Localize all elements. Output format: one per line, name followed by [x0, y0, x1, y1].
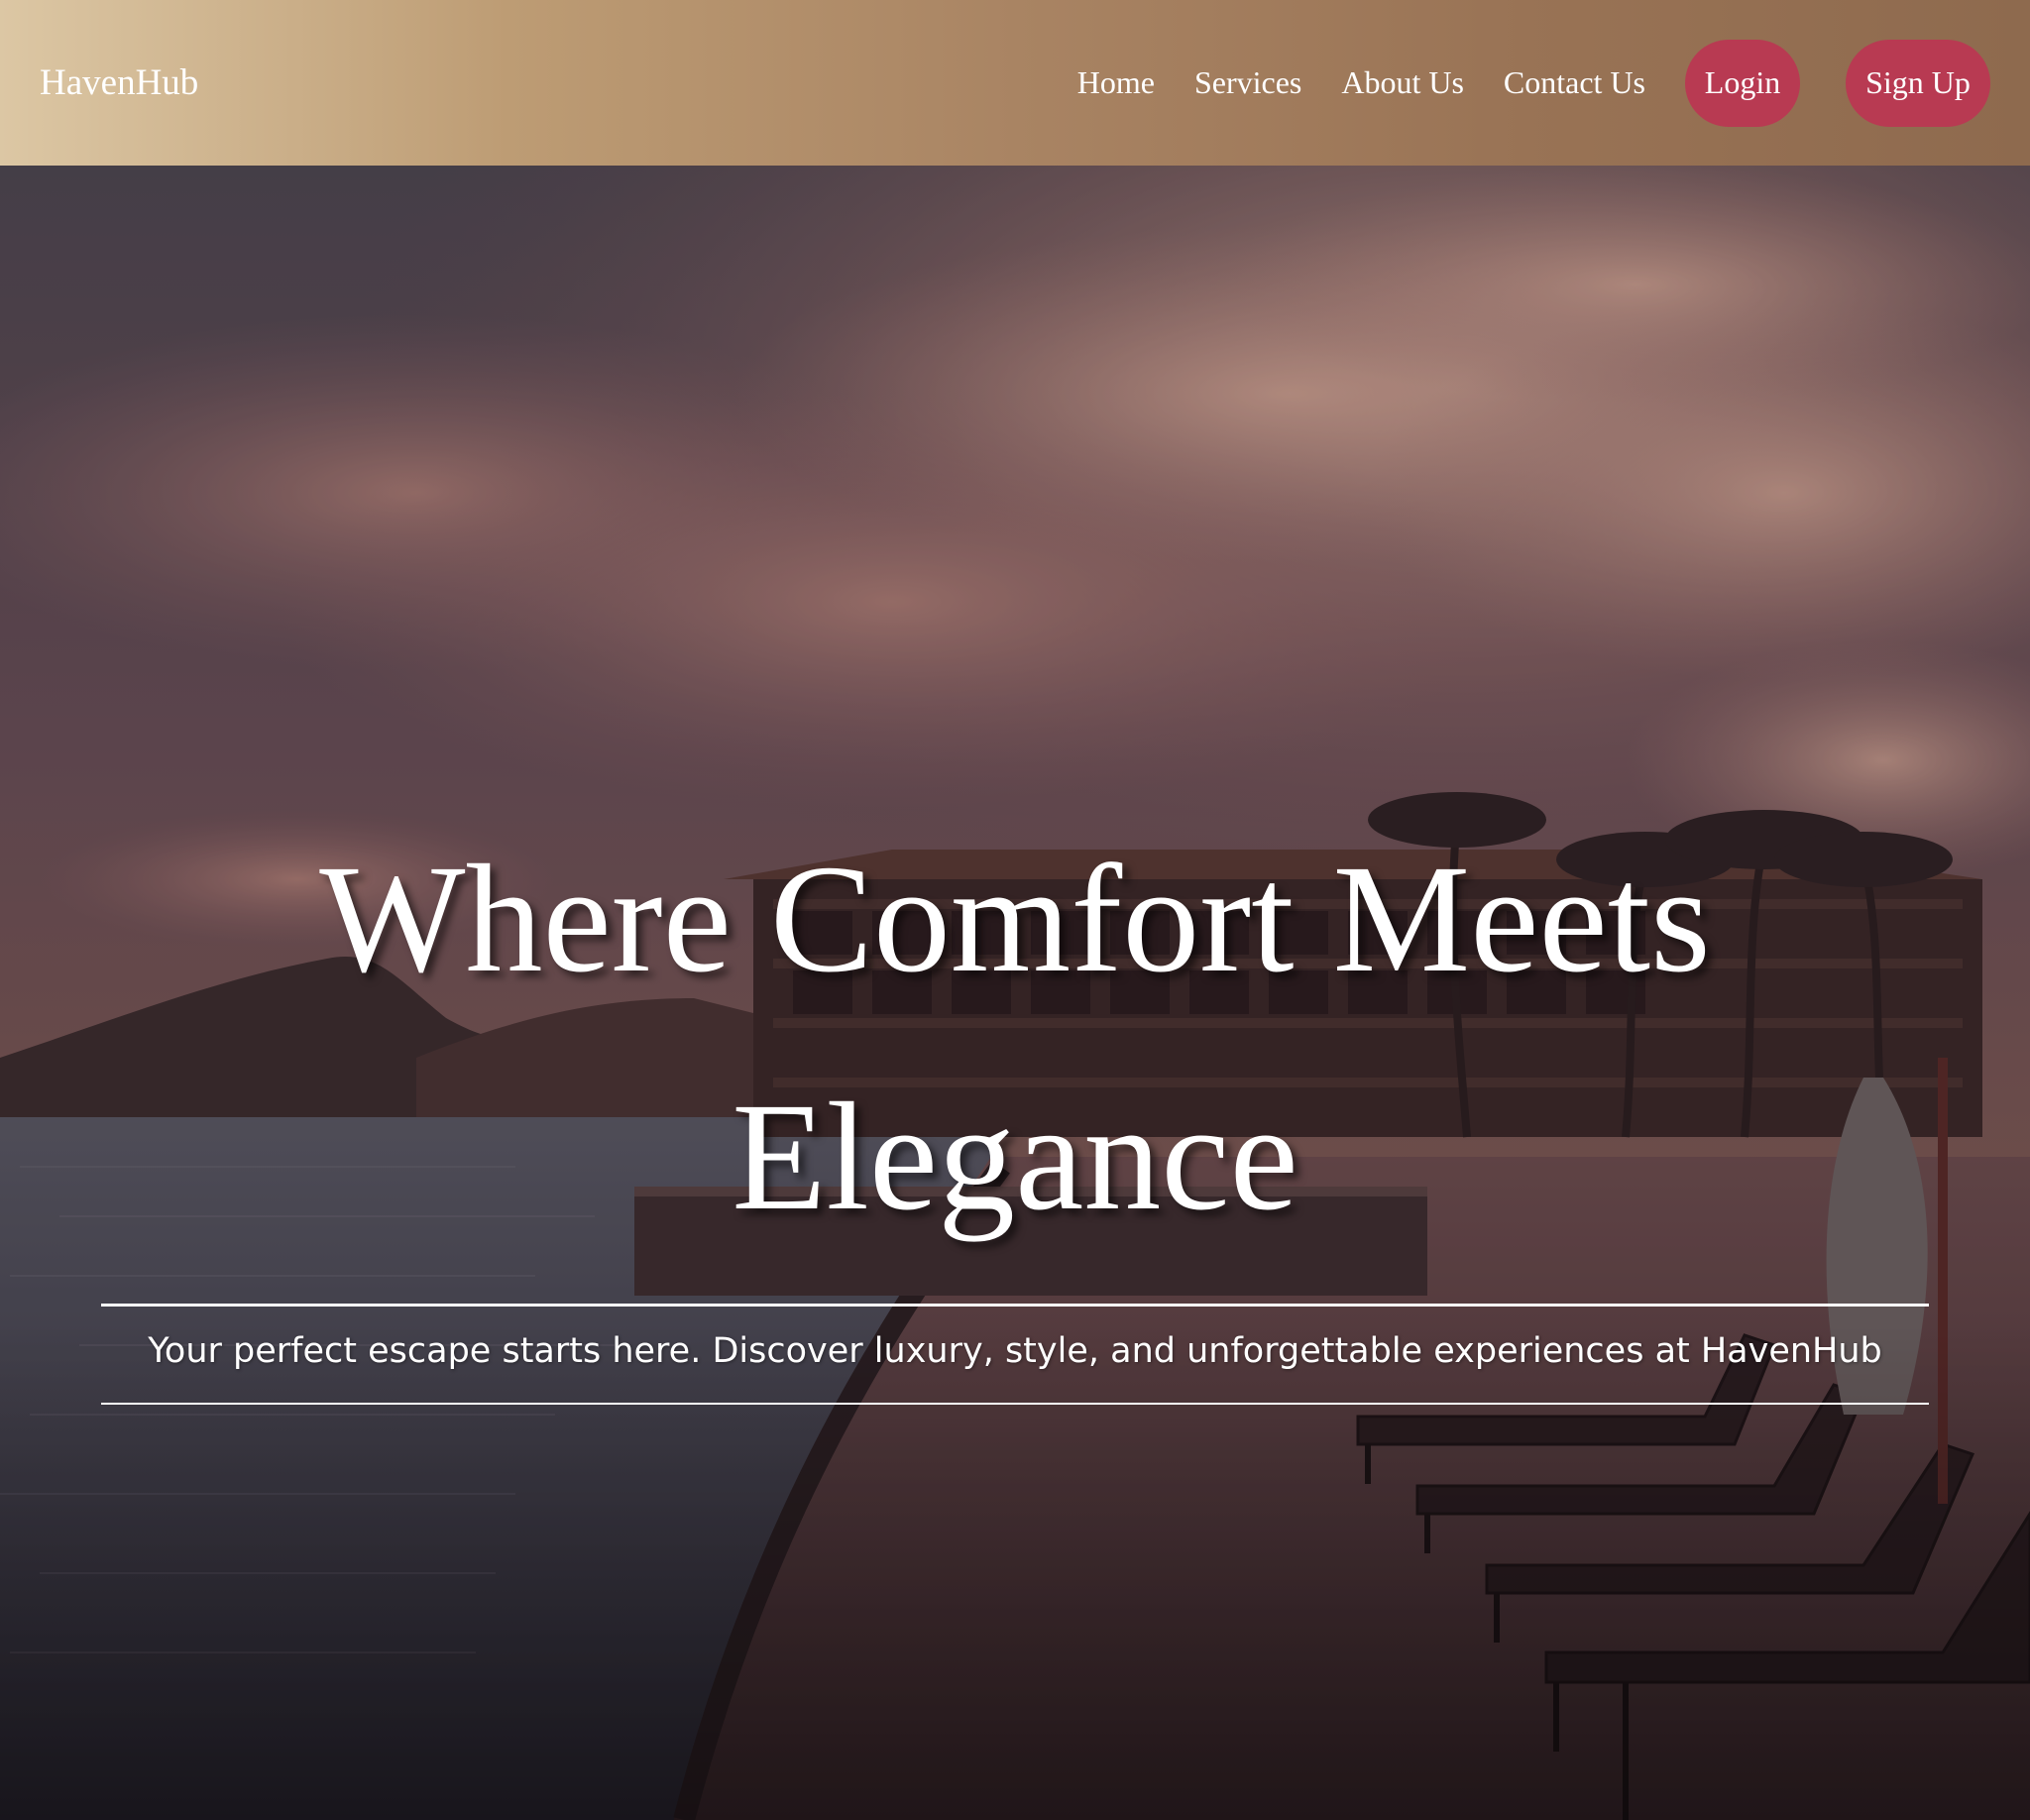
hero-divider-bottom: [101, 1403, 1929, 1405]
hero-section: Where Comfort Meets Elegance Your perfec…: [0, 166, 2030, 1820]
signup-button[interactable]: Sign Up: [1846, 39, 1990, 127]
brand-logo-link[interactable]: HavenHub: [40, 61, 198, 104]
hero-subtitle: Your perfect escape starts here. Discove…: [148, 1331, 1882, 1371]
hero-title: Where Comfort Meets Elegance: [319, 833, 1711, 1242]
nav-link-contact-us[interactable]: Contact Us: [1504, 64, 1645, 101]
nav-link-about-us[interactable]: About Us: [1341, 64, 1464, 101]
top-navbar: HavenHub Home Services About Us Contact …: [0, 0, 2030, 166]
nav-link-services[interactable]: Services: [1194, 64, 1301, 101]
login-button[interactable]: Login: [1685, 39, 1800, 127]
nav-link-home[interactable]: Home: [1077, 64, 1155, 101]
hero-divider-top: [101, 1304, 1929, 1307]
nav-links: Home Services About Us Contact Us Login …: [1077, 39, 1990, 127]
